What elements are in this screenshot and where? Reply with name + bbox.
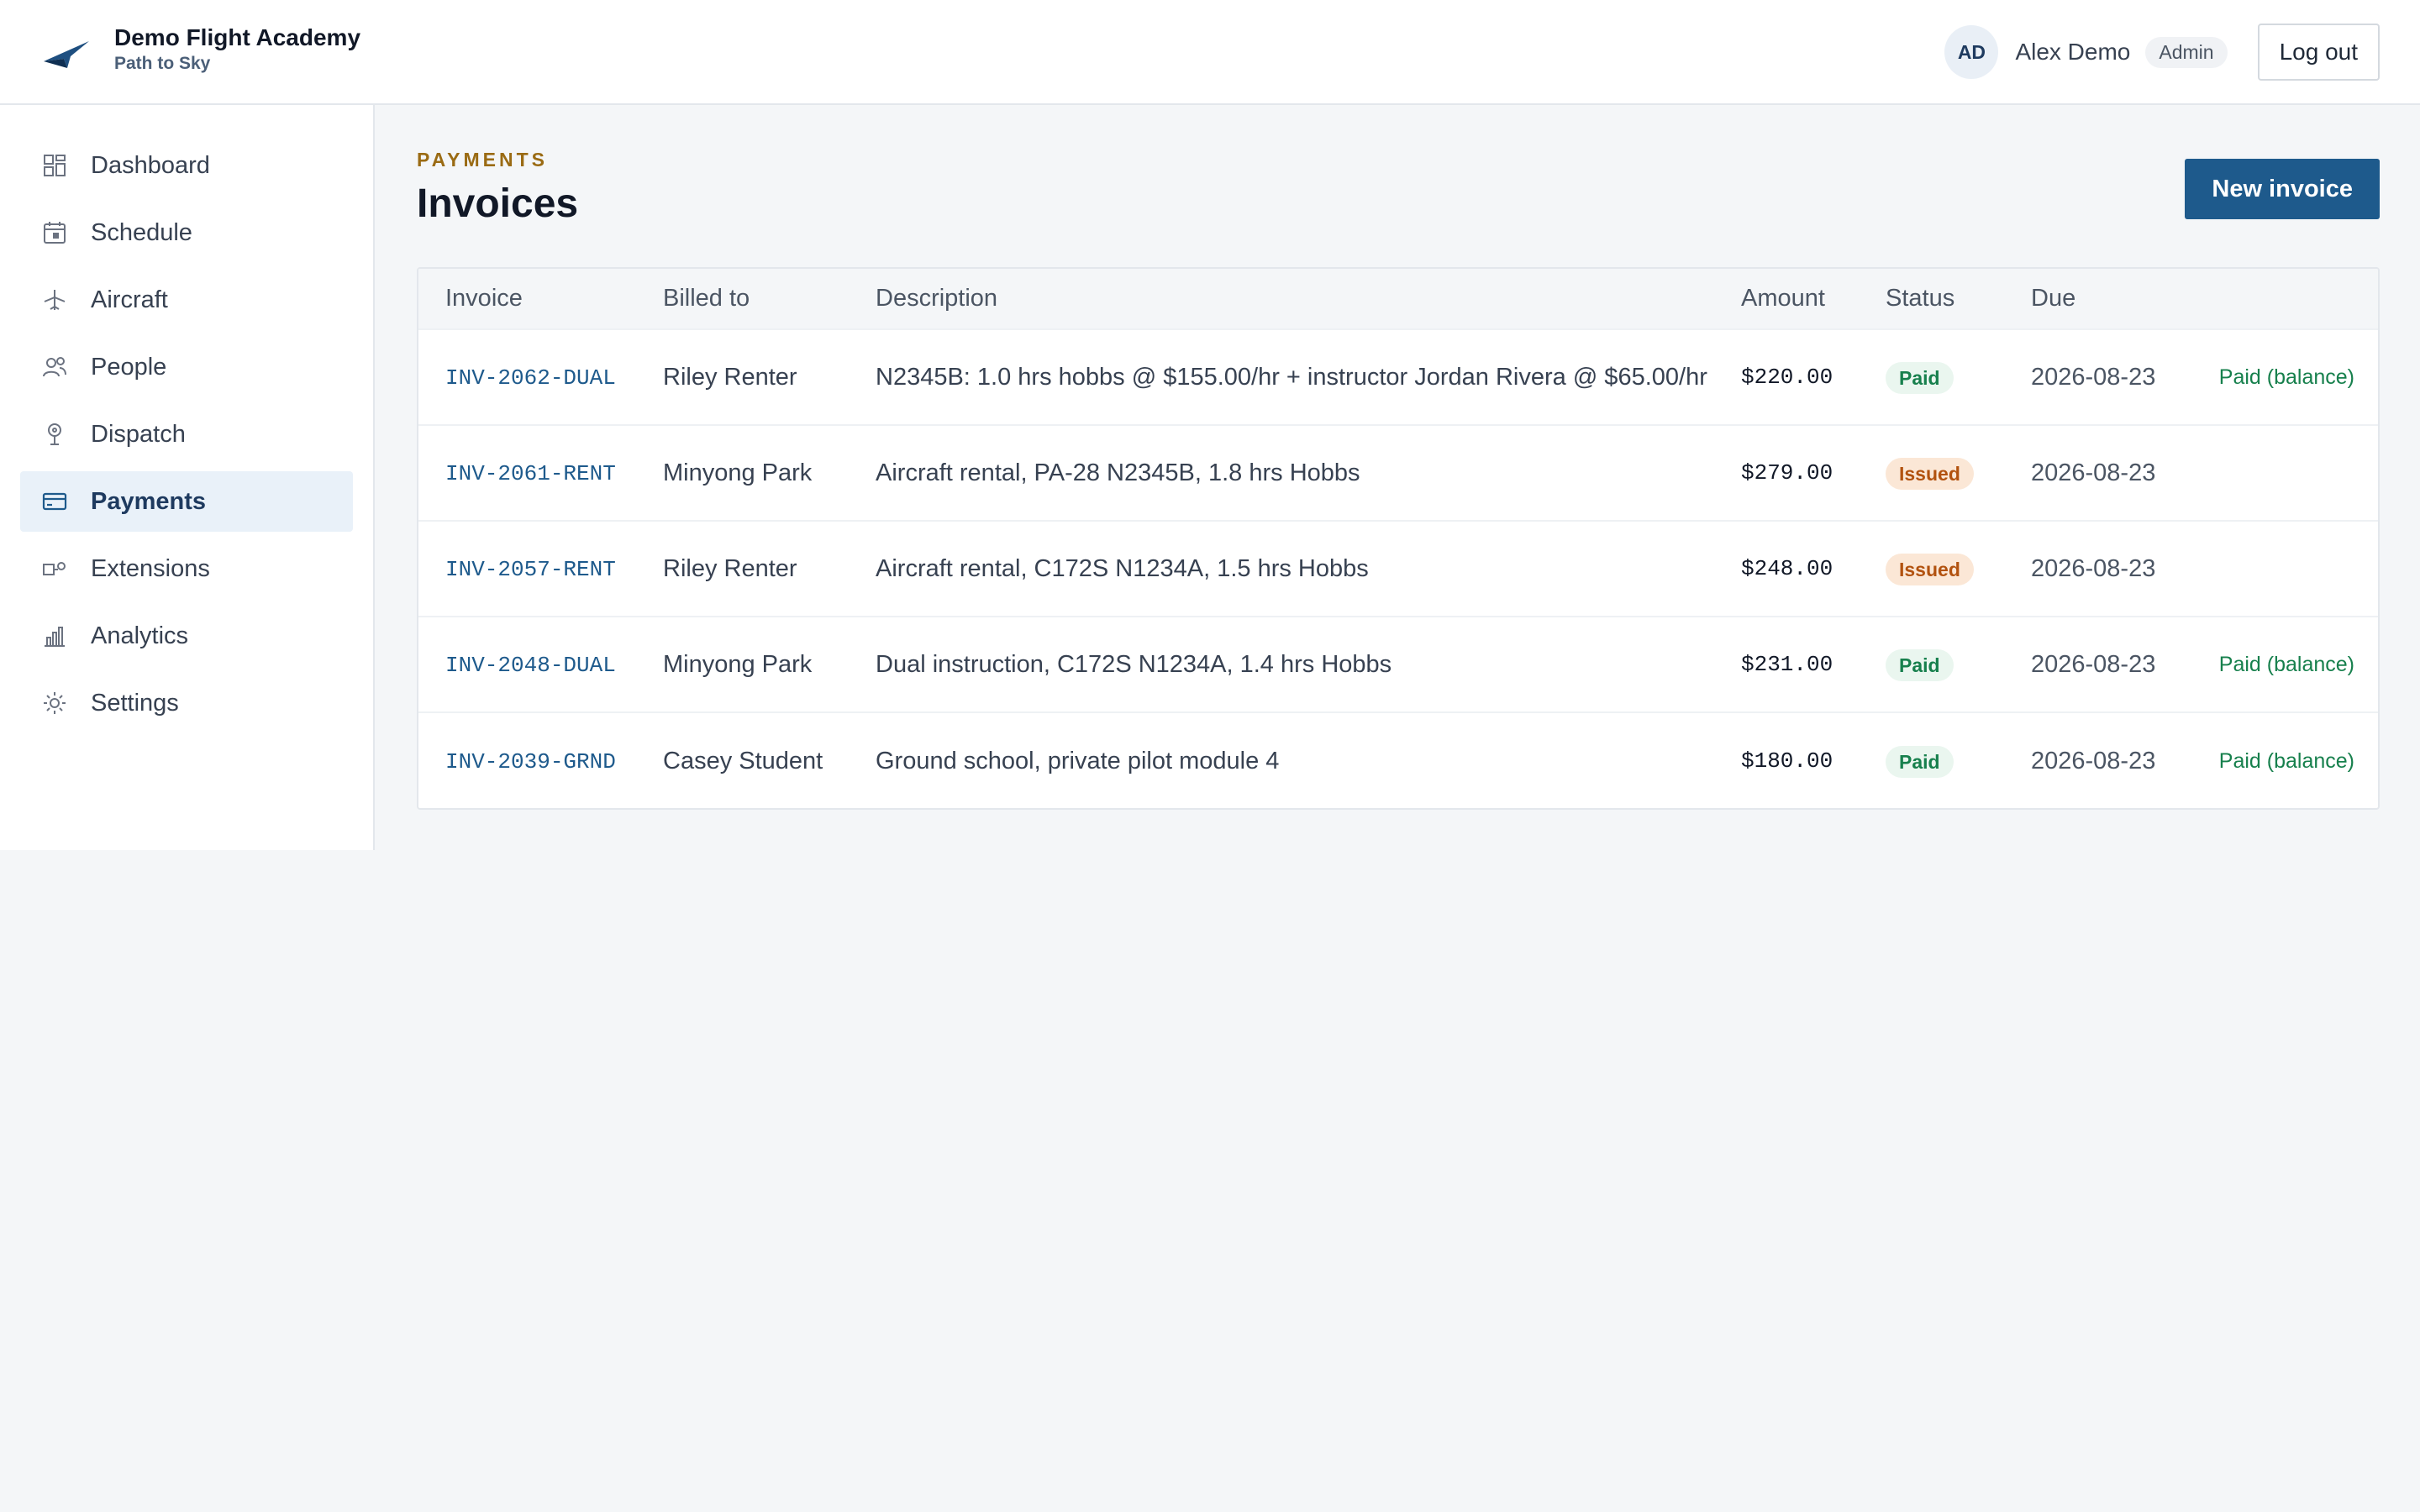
description: Ground school, private pilot module 4 — [849, 711, 1714, 808]
airplane-icon — [42, 287, 67, 312]
sidebar-item-people[interactable]: People — [20, 337, 353, 397]
people-icon — [42, 354, 67, 380]
due-date: 2026-08-23 — [2004, 616, 2185, 712]
due-date: 2026-08-23 — [2004, 520, 2185, 617]
column-header-billed-to[interactable]: Billed to — [636, 269, 849, 329]
user-area: AD Alex Demo Admin Log out — [1944, 24, 2380, 81]
top-bar: Demo Flight Academy Path to Sky AD Alex … — [0, 0, 2420, 105]
billed-to: Minyong Park — [636, 616, 849, 712]
column-header-status[interactable]: Status — [1859, 269, 2004, 329]
amount: $180.00 — [1714, 711, 1859, 808]
sidebar-item-extensions[interactable]: Extensions — [20, 538, 353, 599]
due-date: 2026-08-23 — [2004, 424, 2185, 521]
plane-wing-logo-icon — [42, 36, 91, 70]
sidebar-item-analytics[interactable]: Analytics — [20, 606, 353, 666]
invoice-id-link[interactable]: INV-2057-RENT — [445, 557, 616, 582]
billed-to: Casey Student — [636, 711, 849, 808]
description: Aircraft rental, C172S N1234A, 1.5 hrs H… — [849, 520, 1714, 617]
table-row[interactable]: INV-2048-DUAL Minyong Park Dual instruct… — [418, 616, 2378, 712]
payment-note: Paid (balance) — [2185, 711, 2378, 808]
sidebar-item-schedule[interactable]: Schedule — [20, 202, 353, 263]
page-title: Invoices — [417, 181, 579, 226]
due-date: 2026-08-23 — [2004, 328, 2185, 425]
sidebar-item-dashboard[interactable]: Dashboard — [20, 135, 353, 196]
sidebar-item-label: People — [91, 353, 167, 381]
amount: $279.00 — [1714, 424, 1859, 521]
sidebar-item-label: Analytics — [91, 622, 189, 649]
description: Dual instruction, C172S N1234A, 1.4 hrs … — [849, 616, 1714, 712]
dispatch-icon — [42, 422, 67, 447]
sidebar-item-label: Dashboard — [91, 151, 210, 179]
sidebar-item-label: Payments — [91, 487, 207, 515]
payment-note — [2185, 424, 2378, 521]
brand[interactable]: Demo Flight Academy Path to Sky — [42, 24, 360, 76]
sidebar: Dashboard Schedule Aircraft People Dispa… — [0, 105, 375, 850]
gear-icon — [42, 690, 67, 716]
credit-card-icon — [42, 489, 67, 514]
due-date: 2026-08-23 — [2004, 711, 2185, 808]
sidebar-item-settings[interactable]: Settings — [20, 673, 353, 733]
billed-to: Riley Renter — [636, 328, 849, 425]
sidebar-item-label: Schedule — [91, 218, 192, 246]
sidebar-item-label: Extensions — [91, 554, 210, 582]
brand-title: Demo Flight Academy — [114, 24, 361, 50]
table-row[interactable]: INV-2062-DUAL Riley Renter N2345B: 1.0 h… — [418, 328, 2378, 425]
billed-to: Minyong Park — [636, 424, 849, 521]
status-badge: Issued — [1886, 458, 1974, 490]
table-header-row: Invoice Billed to Description Amount Sta… — [418, 269, 2378, 329]
column-header-due[interactable]: Due — [2004, 269, 2185, 329]
amount: $231.00 — [1714, 616, 1859, 712]
sidebar-item-label: Settings — [91, 689, 179, 717]
role-badge: Admin — [2145, 36, 2228, 68]
description: Aircraft rental, PA-28 N2345B, 1.8 hrs H… — [849, 424, 1714, 521]
table-row[interactable]: INV-2057-RENT Riley Renter Aircraft rent… — [418, 520, 2378, 617]
status-badge: Issued — [1886, 554, 1974, 585]
avatar[interactable]: AD — [1944, 25, 1999, 79]
payment-note — [2185, 520, 2378, 617]
section-eyebrow: PAYMENTS — [417, 149, 548, 171]
billed-to: Riley Renter — [636, 520, 849, 617]
sidebar-item-label: Dispatch — [91, 420, 186, 448]
invoices-table: Invoice Billed to Description Amount Sta… — [417, 267, 2380, 810]
extension-icon — [42, 556, 67, 581]
description: N2345B: 1.0 hrs hobbs @ $155.00/hr + ins… — [849, 328, 1714, 425]
brand-subtitle: Path to Sky — [114, 54, 211, 73]
status-badge: Paid — [1886, 745, 1954, 778]
logout-button[interactable]: Log out — [2257, 24, 2380, 81]
invoice-id-link[interactable]: INV-2062-DUAL — [445, 365, 616, 391]
payment-note: Paid (balance) — [2185, 616, 2378, 712]
column-header-description[interactable]: Description — [849, 269, 1714, 329]
invoice-id-link[interactable]: INV-2039-GRND — [445, 749, 616, 774]
sidebar-item-dispatch[interactable]: Dispatch — [20, 404, 353, 465]
status-badge: Paid — [1886, 649, 1954, 681]
sidebar-item-label: Aircraft — [91, 286, 168, 313]
status-badge: Paid — [1886, 362, 1954, 394]
sidebar-item-payments[interactable]: Payments — [20, 471, 353, 532]
column-header-invoice[interactable]: Invoice — [418, 269, 636, 329]
table-row[interactable]: INV-2039-GRND Casey Student Ground schoo… — [418, 711, 2378, 808]
invoice-id-link[interactable]: INV-2048-DUAL — [445, 653, 616, 678]
amount: $248.00 — [1714, 520, 1859, 617]
new-invoice-button[interactable]: New invoice — [2185, 159, 2380, 219]
user-name: Alex Demo — [2015, 39, 2131, 65]
invoice-id-link[interactable]: INV-2061-RENT — [445, 461, 616, 486]
bar-chart-icon — [42, 623, 67, 648]
calendar-icon — [42, 220, 67, 245]
sidebar-item-aircraft[interactable]: Aircraft — [20, 270, 353, 330]
payment-note: Paid (balance) — [2185, 328, 2378, 425]
table-row[interactable]: INV-2061-RENT Minyong Park Aircraft rent… — [418, 424, 2378, 521]
amount: $220.00 — [1714, 328, 1859, 425]
column-header-amount[interactable]: Amount — [1714, 269, 1859, 329]
column-header-note — [2185, 269, 2378, 329]
grid-icon — [42, 153, 67, 178]
